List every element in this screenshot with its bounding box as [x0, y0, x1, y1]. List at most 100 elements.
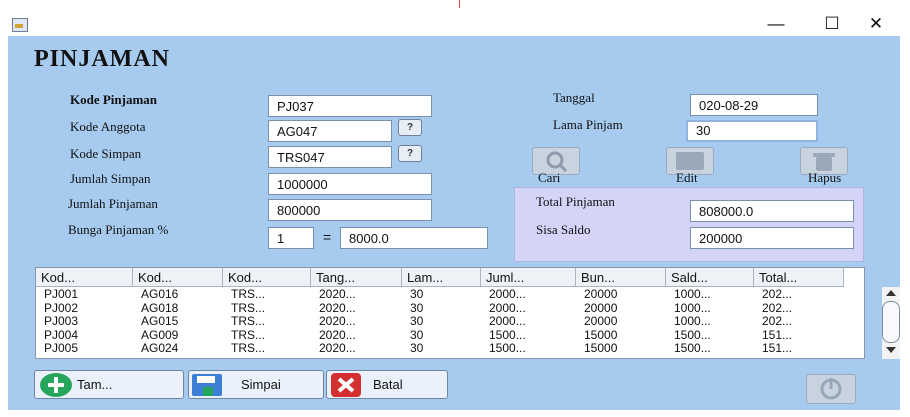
cari-label: Cari: [538, 170, 561, 185]
table-cell: PJ004: [44, 327, 79, 342]
tambah-label: Tam...: [77, 377, 113, 392]
maximize-button[interactable]: ☐: [817, 14, 847, 34]
column-header[interactable]: Bun...: [576, 268, 666, 287]
label-jumlah-pinjaman: Jumlah Pinjaman: [68, 196, 158, 211]
table-cell: 202...: [762, 287, 793, 301]
batal-label: Batal: [373, 377, 403, 392]
column-header[interactable]: Lam...: [402, 268, 481, 287]
lama-pinjam-field[interactable]: 30: [686, 120, 818, 142]
table-cell: 30: [410, 314, 424, 328]
table-cell: 151...: [762, 327, 793, 342]
table-cell: 30: [410, 341, 424, 355]
table-cell: TRS...: [231, 341, 266, 355]
label-kode-anggota: Kode Anggota: [70, 119, 146, 134]
close-button[interactable]: ✕: [861, 14, 891, 34]
jumlah-pinjaman-field[interactable]: 800000: [268, 199, 432, 221]
table-cell: 202...: [762, 300, 793, 315]
table-cell: AG009: [141, 327, 179, 342]
kode-pinjaman-field[interactable]: PJ037: [268, 95, 432, 117]
label-total-pinjaman: Total Pinjaman: [536, 194, 615, 209]
cancel-icon: [331, 373, 361, 397]
table-cell: 1500...: [489, 341, 526, 355]
table-cell: 20000: [584, 314, 618, 328]
total-pinjaman-field[interactable]: 808000.0: [690, 200, 854, 222]
equals-sign: =: [323, 229, 332, 245]
label-bunga-pinjaman: Bunga Pinjaman %: [68, 222, 169, 237]
table-cell: 20000: [584, 300, 618, 315]
table-cell: 202...: [762, 314, 793, 328]
table-cell: 2020...: [319, 314, 356, 328]
table-cell: TRS...: [231, 314, 266, 328]
table-row[interactable]: PJ002 AG018 TRS... 2020... 30 2000... 20000 100…: [36, 300, 846, 315]
table-cell: 151...: [762, 341, 793, 355]
table-cell: 15000: [584, 341, 618, 355]
column-header[interactable]: Kod...: [133, 268, 223, 287]
table-row[interactable]: PJ004 AG009 TRS... 2020... 30 1500... 15000 150…: [36, 327, 846, 342]
scroll-down-icon[interactable]: [886, 347, 896, 353]
table-row[interactable]: PJ005 AG024 TRS... 2020... 30 1500... 15000 150…: [36, 342, 846, 355]
table-cell: TRS...: [231, 287, 266, 301]
label-kode-pinjaman: Kode Pinjaman: [70, 92, 158, 107]
column-header[interactable]: Total...: [754, 268, 844, 287]
save-icon: [192, 374, 222, 396]
table-cell: TRS...: [231, 300, 266, 315]
column-header[interactable]: Sald...: [666, 268, 754, 287]
table-cell: 2020...: [319, 341, 356, 355]
power-icon: [820, 378, 842, 400]
lookup-anggota-button[interactable]: ?: [398, 119, 422, 136]
java-app-icon: [12, 18, 28, 32]
bunga-amount-field[interactable]: 8000.0: [340, 227, 488, 249]
sisa-saldo-field[interactable]: 200000: [690, 227, 854, 249]
table-row[interactable]: PJ003 AG015 TRS... 2020... 30 2000... 20000 100…: [36, 315, 846, 328]
table-cell: 1000...: [674, 300, 711, 315]
table-cell: 2000...: [489, 300, 526, 315]
pinjaman-table[interactable]: Kod... Kod... Kod... Tang... Lam... Juml... Bu…: [35, 267, 900, 359]
table-cell: 1500...: [489, 327, 526, 342]
table-cell: 30: [410, 327, 424, 342]
table-cell: PJ001: [44, 287, 79, 301]
kode-anggota-field[interactable]: AG047: [268, 120, 392, 142]
table-cell: 20000: [584, 287, 618, 301]
table-cell: 1000...: [674, 314, 711, 328]
column-header[interactable]: Kod...: [36, 268, 133, 287]
table-cell: 2020...: [319, 327, 356, 342]
table-cell: PJ003: [44, 314, 79, 328]
minimize-button[interactable]: —: [761, 14, 791, 34]
lookup-simpan-button[interactable]: ?: [398, 145, 422, 162]
bunga-percent-field[interactable]: 1: [268, 227, 314, 249]
column-header[interactable]: Tang...: [311, 268, 402, 287]
tambah-button[interactable]: Tam...: [34, 370, 184, 399]
table-cell: 30: [410, 287, 424, 301]
table-cell: 30: [410, 300, 424, 315]
table-cell: 1500...: [674, 341, 711, 355]
power-button[interactable]: [806, 374, 856, 404]
table-cell: PJ005: [44, 341, 79, 355]
jumlah-simpan-field[interactable]: 1000000: [268, 173, 432, 195]
window-marker: [459, 0, 460, 8]
edit-label: Edit: [676, 170, 698, 185]
add-icon: [40, 373, 72, 397]
label-jumlah-simpan: Jumlah Simpan: [70, 171, 151, 186]
column-header[interactable]: Juml...: [481, 268, 576, 287]
table-cell: AG024: [141, 341, 179, 355]
simpan-label: Simpai: [241, 377, 281, 392]
label-kode-simpan: Kode Simpan: [70, 146, 142, 161]
table-cell: AG018: [141, 300, 179, 315]
table-cell: 1000...: [674, 287, 711, 301]
column-header[interactable]: Kod...: [223, 268, 311, 287]
simpan-button[interactable]: Simpai: [188, 370, 324, 399]
tanggal-field[interactable]: 020-08-29: [690, 94, 818, 116]
table-cell: 1500...: [674, 327, 711, 342]
table-cell: AG015: [141, 314, 179, 328]
table-cell: 2020...: [319, 287, 356, 301]
kode-simpan-field[interactable]: TRS047: [268, 146, 392, 168]
form-title: PINJAMAN: [34, 46, 170, 72]
batal-button[interactable]: Batal: [326, 370, 448, 399]
label-lama-pinjam: Lama Pinjam: [553, 117, 623, 132]
table-cell: AG016: [141, 287, 179, 301]
table-row[interactable]: PJ001 AG016 TRS... 2020... 30 2000... 20000 100…: [36, 288, 846, 301]
table-scrollbar[interactable]: [882, 287, 900, 359]
scroll-thumb[interactable]: [882, 301, 900, 343]
table-cell: 15000: [584, 327, 618, 342]
scroll-up-icon[interactable]: [886, 290, 896, 296]
